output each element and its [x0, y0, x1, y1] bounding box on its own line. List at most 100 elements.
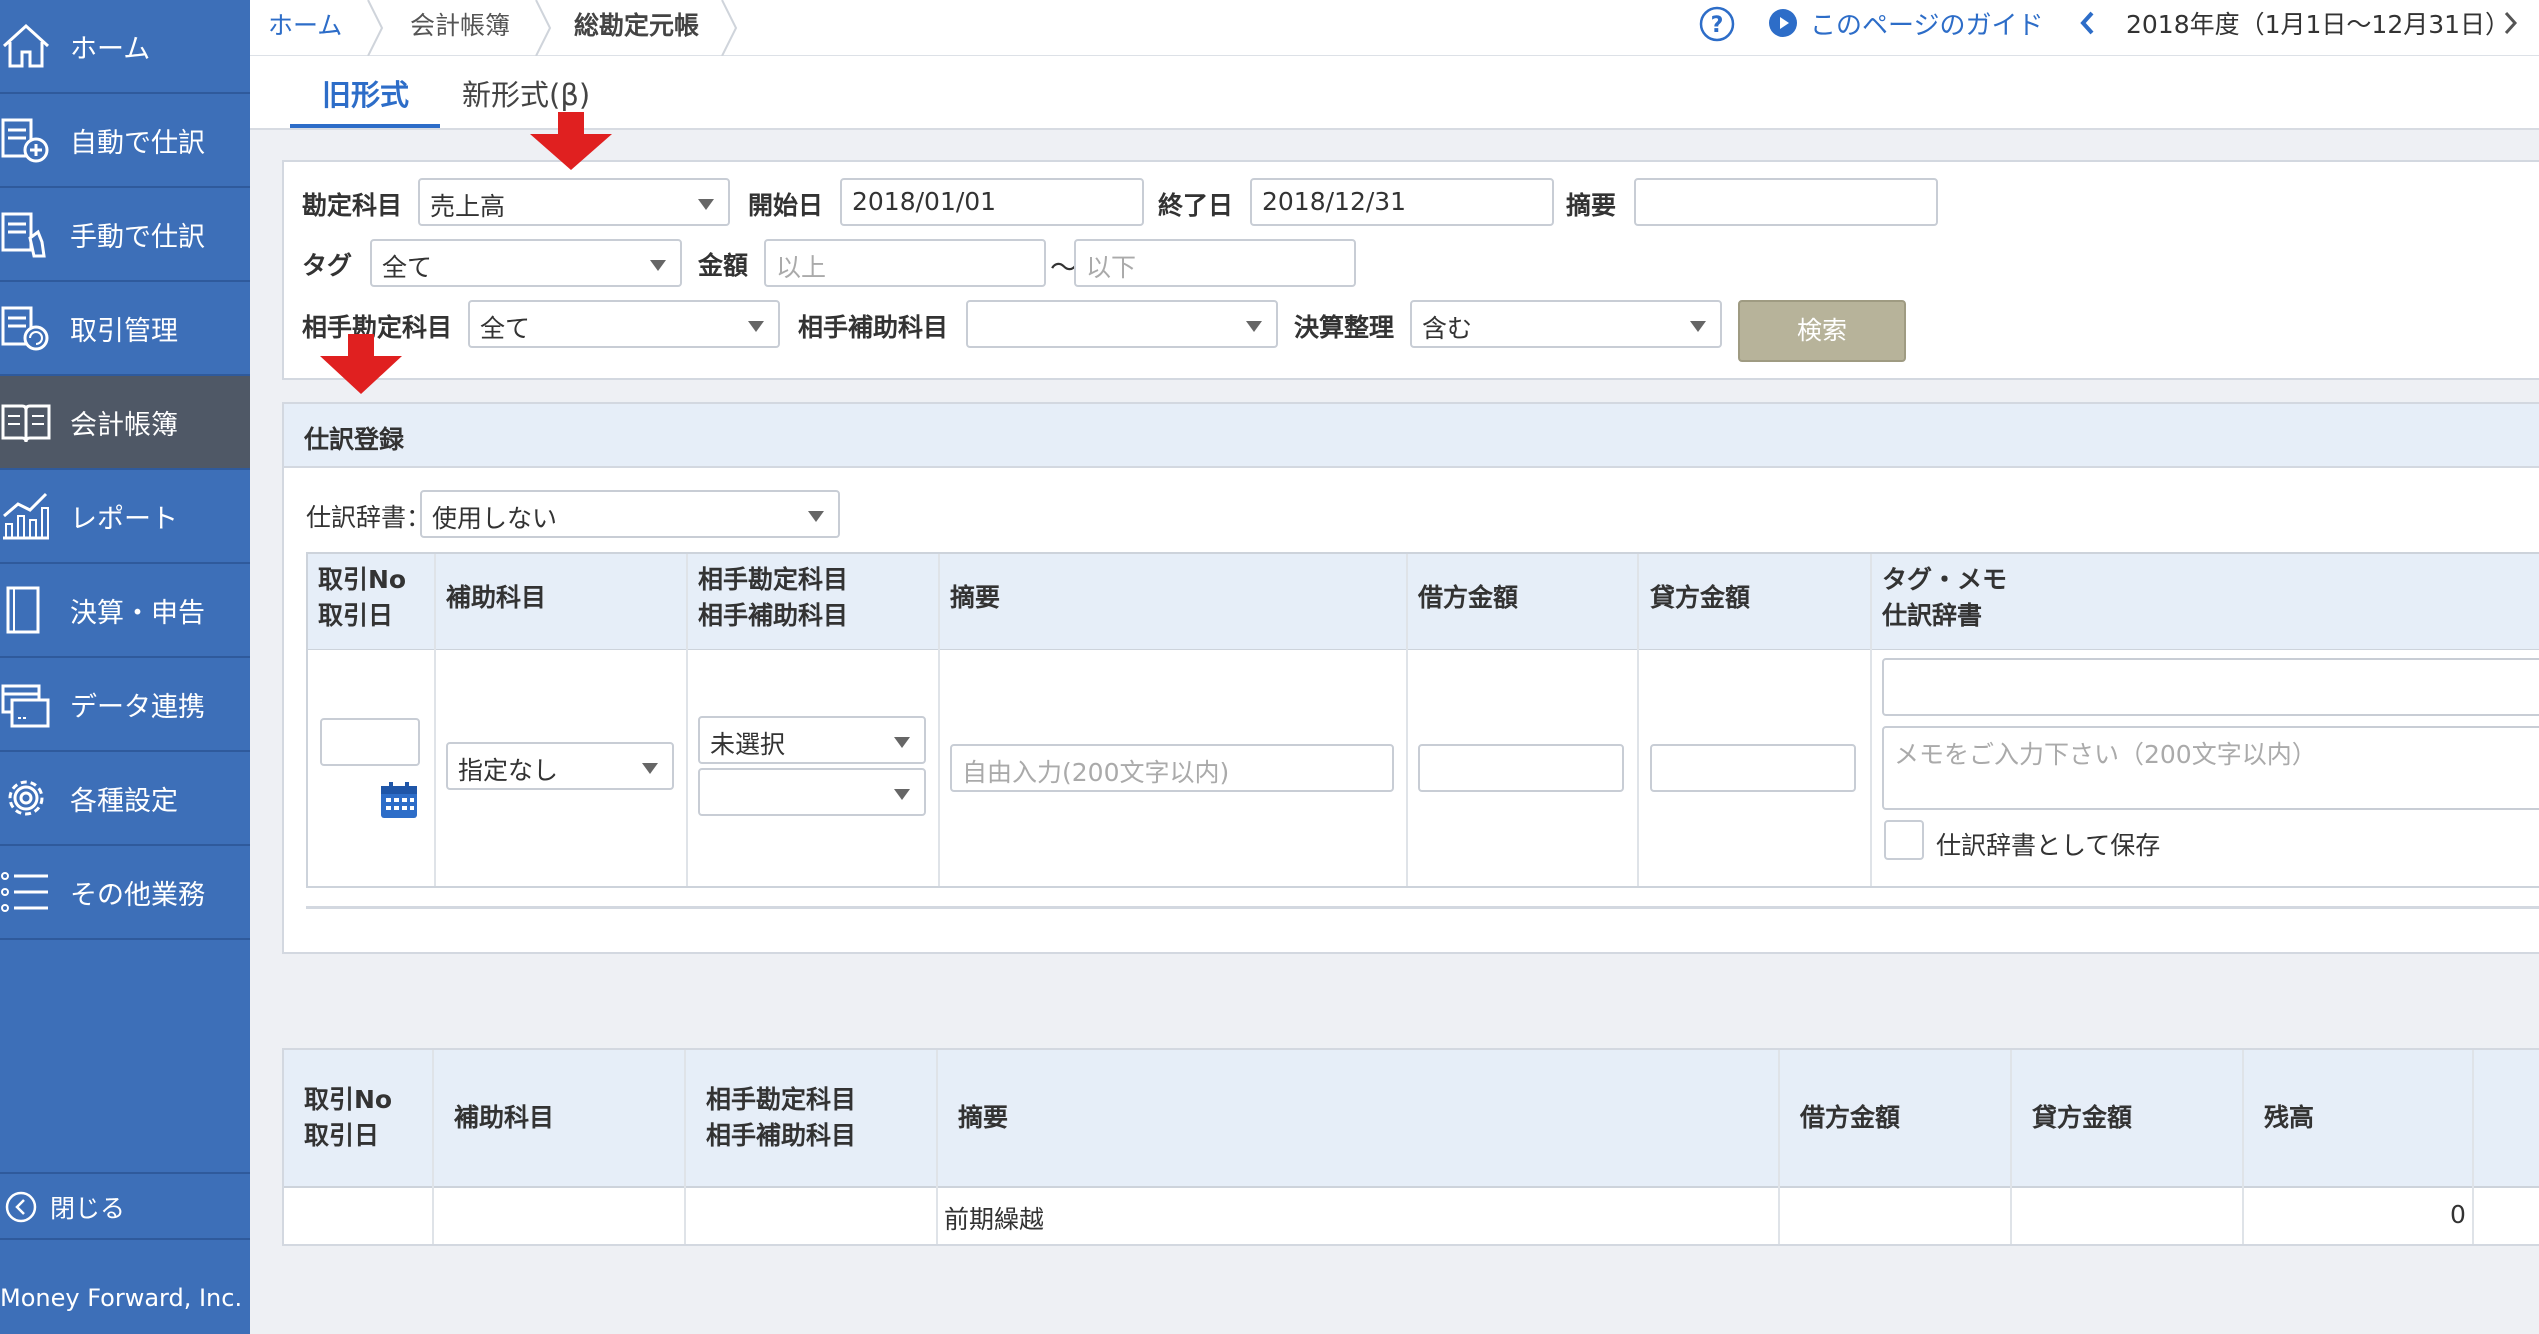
credit-amount-input[interactable]	[1650, 744, 1856, 792]
ledger-header-transaction-no: 取引No	[304, 1085, 393, 1114]
column-divider	[2242, 1050, 2244, 1244]
closing-label: 決算整理	[1294, 313, 1395, 342]
search-button[interactable]: 検索	[1738, 300, 1906, 362]
column-divider	[2010, 1050, 2012, 1244]
header-journal-dict: 仕訳辞書	[1882, 601, 1983, 630]
ledger-table-header	[284, 1050, 2539, 1188]
data-link-icon	[0, 678, 52, 730]
ledger-row-memo: 前期繰越	[944, 1205, 1045, 1234]
svg-text:?: ?	[1711, 13, 1724, 38]
sidebar-item-home[interactable]: ホーム	[0, 0, 250, 94]
chevron-right-icon[interactable]	[2500, 8, 2522, 38]
play-guide-icon[interactable]	[1768, 8, 1798, 38]
start-date-input[interactable]: 2018/01/01	[840, 178, 1144, 226]
sidebar-item-auto-journal[interactable]: 自動で仕訳	[0, 94, 250, 188]
ledger-row-balance: 0	[2450, 1200, 2466, 1229]
report-chart-icon	[0, 490, 52, 542]
sub-account-select[interactable]: 指定なし	[446, 742, 674, 790]
sidebar-item-label: レポート	[70, 503, 178, 535]
page-guide-link[interactable]: このページのガイド	[1810, 5, 2043, 42]
sidebar-item-label: 取引管理	[70, 315, 178, 347]
tag-select[interactable]: 全て	[370, 239, 682, 287]
journal-dict-label: 仕訳辞書：	[306, 503, 432, 532]
amount-min-input[interactable]: 以上	[764, 239, 1046, 287]
auto-journal-icon	[0, 114, 52, 166]
ledger-header-credit: 貸方金額	[2032, 1103, 2133, 1132]
account-label: 勘定科目	[302, 191, 403, 220]
column-divider	[1870, 554, 1872, 886]
column-divider	[1637, 554, 1639, 886]
help-icon[interactable]: ?	[1698, 5, 1736, 43]
sidebar-item-label: 各種設定	[70, 785, 178, 817]
tab-new-format[interactable]: 新形式(β)	[462, 72, 590, 114]
amount-max-input[interactable]: 以下	[1074, 239, 1356, 287]
breadcrumb-current: 総勘定元帳	[574, 11, 700, 40]
calendar-icon[interactable]	[378, 780, 420, 820]
ledger-book-icon	[0, 396, 52, 448]
ledger-header-sub-account: 補助科目	[454, 1103, 555, 1132]
list-icon	[0, 866, 52, 918]
sidebar-item-data-link[interactable]: データ連携	[0, 658, 250, 752]
tag-input[interactable]	[1882, 658, 2539, 716]
journal-dict-select[interactable]: 使用しない	[420, 490, 840, 538]
active-tab-indicator	[290, 124, 440, 128]
sidebar-item-settings[interactable]: 各種設定	[0, 752, 250, 846]
chevron-left-circle-icon	[5, 1191, 37, 1223]
top-bar: ホーム 会計帳簿 総勘定元帳 ? このページのガイド 2018年度（1月1日〜1…	[250, 0, 2539, 56]
tag-label: タグ	[302, 251, 353, 280]
note-textarea[interactable]: メモをご入力下さい（200文字以内）	[1882, 726, 2539, 810]
memo-label: 摘要	[1566, 191, 1617, 220]
header-tag-memo: タグ・メモ	[1882, 565, 2008, 594]
sidebar-item-label: 自動で仕訳	[70, 127, 205, 159]
column-divider	[432, 1050, 434, 1244]
end-date-label: 終了日	[1158, 191, 1234, 220]
sidebar-item-manual-journal[interactable]: 手動で仕訳	[0, 188, 250, 282]
column-divider	[686, 554, 688, 886]
sidebar-item-reports[interactable]: レポート	[0, 470, 250, 564]
closing-select[interactable]: 含む	[1410, 300, 1722, 348]
sidebar-item-books[interactable]: 会計帳簿	[0, 376, 250, 470]
entry-divider	[306, 906, 2539, 909]
ledger-header-counter-sub-account: 相手補助科目	[706, 1121, 857, 1150]
counter-sub-account-label: 相手補助科目	[798, 313, 949, 342]
debit-amount-input[interactable]	[1418, 744, 1624, 792]
chevron-left-icon[interactable]	[2076, 8, 2098, 38]
fiscal-year-label: 2018年度（1月1日〜12月31日）	[2126, 10, 2511, 39]
sidebar-item-label: その他業務	[70, 879, 205, 911]
transaction-no-input[interactable]	[320, 718, 420, 766]
sidebar-item-other[interactable]: その他業務	[0, 846, 250, 940]
breadcrumb-home[interactable]: ホーム	[268, 6, 342, 42]
tab-old-format[interactable]: 旧形式	[322, 72, 409, 114]
transaction-icon	[0, 302, 52, 354]
sidebar-item-settlement[interactable]: 決算・申告	[0, 564, 250, 658]
sidebar-close-button[interactable]: 閉じる	[0, 1172, 250, 1240]
memo-entry-input[interactable]: 自由入力(200文字以内)	[950, 744, 1394, 792]
account-select[interactable]: 売上高	[418, 178, 730, 226]
company-name: Money Forward, Inc.	[0, 1238, 250, 1334]
header-transaction-no: 取引No	[318, 565, 407, 594]
search-panel: 勘定科目 売上高 開始日 2018/01/01 終了日 2018/12/31 摘…	[282, 160, 2539, 380]
column-divider	[936, 1050, 938, 1244]
breadcrumb-separator-icon	[367, 0, 384, 56]
breadcrumb-books[interactable]: 会計帳簿	[410, 6, 510, 42]
header-counter-account: 相手勘定科目	[698, 565, 849, 594]
entry-header: 仕訳登録	[284, 404, 2539, 468]
memo-input[interactable]	[1634, 178, 1938, 226]
sidebar-item-transactions[interactable]: 取引管理	[0, 282, 250, 376]
counter-sub-account-select[interactable]	[966, 300, 1278, 348]
column-divider	[2472, 1050, 2474, 1244]
sidebar-item-label: 手動で仕訳	[70, 221, 205, 253]
sidebar-item-label: データ連携	[70, 691, 205, 723]
sidebar: ホーム 自動で仕訳 手動で仕訳 取引管理 会計帳簿 レポート 決算・申告 データ…	[0, 0, 250, 1334]
counter-account-select[interactable]: 全て	[468, 300, 780, 348]
ledger-header-counter-account: 相手勘定科目	[706, 1085, 857, 1114]
ledger-header-transaction-date: 取引日	[304, 1121, 380, 1150]
annotation-arrow-icon	[530, 112, 612, 170]
save-dict-checkbox[interactable]	[1884, 820, 1924, 860]
header-memo: 摘要	[950, 583, 1001, 612]
counter-sub-account-entry-select[interactable]	[698, 768, 926, 816]
header-transaction-date: 取引日	[318, 601, 394, 630]
end-date-input[interactable]: 2018/12/31	[1250, 178, 1554, 226]
header-credit: 貸方金額	[1650, 583, 1751, 612]
counter-account-entry-select[interactable]: 未選択	[698, 716, 926, 764]
